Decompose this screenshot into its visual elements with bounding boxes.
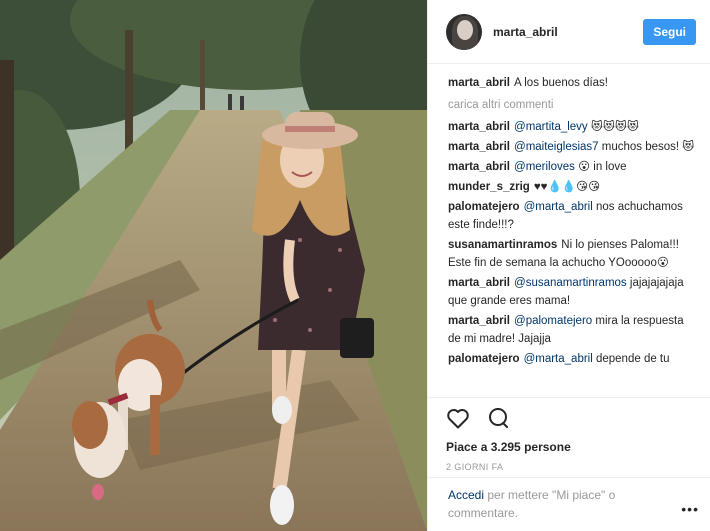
comment-username[interactable]: susanamartinramos bbox=[448, 239, 557, 251]
post-sidebar: marta_abril Segui marta_abril A los bueno… bbox=[427, 0, 710, 531]
comment-username[interactable]: marta_abril bbox=[448, 161, 510, 173]
comment-username[interactable]: palomatejero bbox=[448, 201, 520, 213]
post-photo[interactable] bbox=[0, 0, 427, 531]
comment-mention[interactable]: @susanamartinramos bbox=[514, 277, 627, 289]
comment-username[interactable]: marta_abril bbox=[448, 121, 510, 133]
post-container: marta_abril Segui marta_abril A los bueno… bbox=[0, 0, 710, 531]
comment-item: palomatejero @marta_abril depende de tu bbox=[448, 350, 699, 368]
comment-username[interactable]: marta_abril bbox=[448, 141, 510, 153]
comment-item: marta_abril @meriloves 😮 in love bbox=[448, 158, 699, 176]
comment-mention[interactable]: @meriloves bbox=[514, 161, 575, 173]
caption: marta_abril A los buenos días! bbox=[448, 74, 699, 92]
load-more-comments[interactable]: carica altri commenti bbox=[448, 96, 699, 114]
photo-illustration bbox=[0, 0, 427, 531]
comment-item: susanamartinramos Ni lo pienses Paloma!!!… bbox=[448, 236, 699, 272]
avatar[interactable] bbox=[446, 13, 482, 50]
follow-button[interactable]: Segui bbox=[643, 18, 696, 45]
ellipsis-icon[interactable]: ••• bbox=[681, 500, 699, 518]
comment-item: marta_abril @maiteiglesias7 muchos besos!… bbox=[448, 138, 699, 156]
speech-bubble-icon[interactable] bbox=[486, 407, 510, 432]
heart-outline-icon[interactable] bbox=[446, 407, 470, 432]
caption-text: A los buenos días! bbox=[514, 77, 608, 89]
post-timestamp: 2 GIORNI FA bbox=[446, 462, 504, 472]
header-username[interactable]: marta_abril bbox=[493, 25, 643, 39]
avatar-face bbox=[457, 19, 473, 40]
comment-username[interactable]: marta_abril bbox=[448, 315, 510, 327]
comment-mention[interactable]: @maiteiglesias7 bbox=[514, 141, 599, 153]
comment-username[interactable]: munder_s_zrig bbox=[448, 181, 530, 193]
comment-item: marta_abril @susanamartinramos jajajajaja… bbox=[448, 274, 699, 310]
comments-list[interactable]: marta_abril A los buenos días! carica alt… bbox=[428, 74, 710, 394]
comment-mention[interactable]: @marta_abril bbox=[524, 201, 593, 213]
login-link[interactable]: Accedi bbox=[448, 488, 484, 502]
post-header: marta_abril Segui bbox=[428, 0, 710, 64]
caption-username[interactable]: marta_abril bbox=[448, 77, 510, 89]
comment-text: 😻😻😻😻 bbox=[587, 121, 639, 133]
login-prompt: Accedi per mettere "Mi piace" o commenta… bbox=[428, 477, 710, 522]
comment-text: 😮 in love bbox=[574, 161, 627, 173]
comment-item: marta_abril @martita_levy 😻😻😻😻 bbox=[448, 118, 699, 136]
comment-text: depende de tu bbox=[592, 353, 670, 365]
comment-text: ♥♥💧💧😘😘 bbox=[533, 181, 601, 193]
comment-text: muchos besos! 😻 bbox=[598, 141, 695, 153]
post-actions: Piace a 3.295 persone 2 GIORNI FA bbox=[428, 397, 710, 472]
comment-username[interactable]: palomatejero bbox=[448, 353, 520, 365]
comment-item: palomatejero @marta_abril nos achuchamos … bbox=[448, 198, 699, 234]
comment-username[interactable]: marta_abril bbox=[448, 277, 510, 289]
comment-mention[interactable]: @martita_levy bbox=[514, 121, 588, 133]
likes-count[interactable]: Piace a 3.295 persone bbox=[446, 440, 695, 454]
comment-mention[interactable]: @palomatejero bbox=[514, 315, 592, 327]
comment-item: marta_abril @palomatejero mira la respues… bbox=[448, 312, 699, 348]
comment-mention[interactable]: @marta_abril bbox=[524, 353, 593, 365]
comment-item: munder_s_zrig ♥♥💧💧😘😘 bbox=[448, 178, 699, 196]
action-icons bbox=[446, 406, 695, 432]
